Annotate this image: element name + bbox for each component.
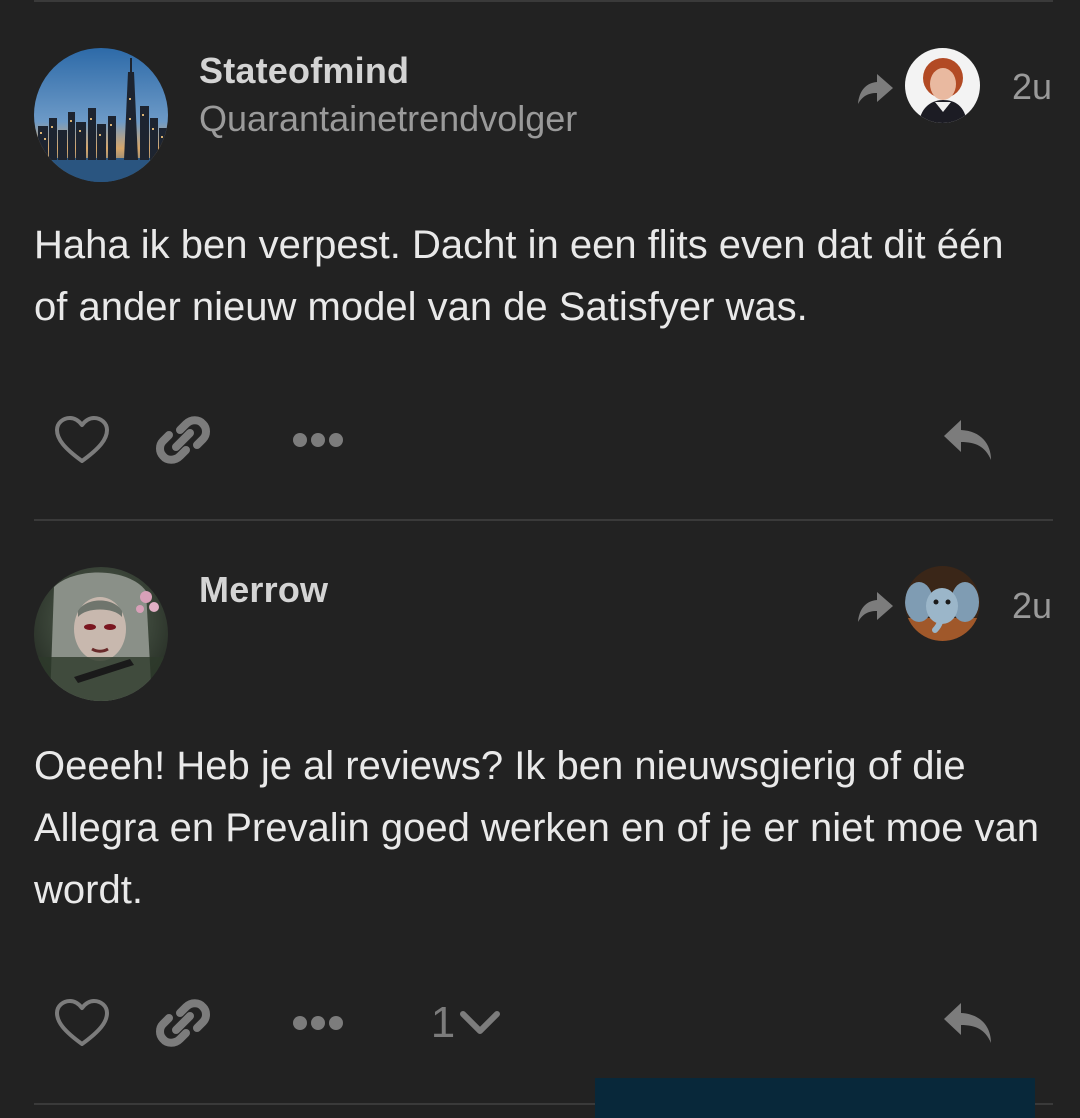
reply-to-arrow-icon [855, 586, 897, 628]
post-actions: 1 [0, 993, 1080, 1053]
like-button[interactable] [52, 993, 112, 1053]
show-replies-button[interactable]: 1 [420, 993, 512, 1053]
heart-icon [55, 999, 109, 1046]
fantasy-character-avatar[interactable] [34, 567, 168, 701]
link-icon [156, 999, 210, 1047]
copy-link-button[interactable] [153, 993, 213, 1053]
ellipsis-icon [293, 1016, 343, 1030]
reply-icon [944, 1003, 991, 1043]
post-2: Merrow 2u Oeeeh! Heb je al reviews? Ik b… [0, 0, 1080, 1107]
post-body: Oeeeh! Heb je al reviews? Ik ben nieuwsg… [34, 744, 1040, 912]
reply-button[interactable] [938, 993, 998, 1053]
more-options-button[interactable] [288, 993, 348, 1053]
post-time[interactable]: 2u [1012, 585, 1052, 627]
chevron-down-icon [460, 1011, 501, 1034]
bottom-panel[interactable] [595, 1078, 1035, 1118]
reply-count: 1 [430, 998, 456, 1047]
elephant-avatar[interactable] [905, 566, 980, 641]
post-username[interactable]: Merrow [199, 569, 328, 611]
